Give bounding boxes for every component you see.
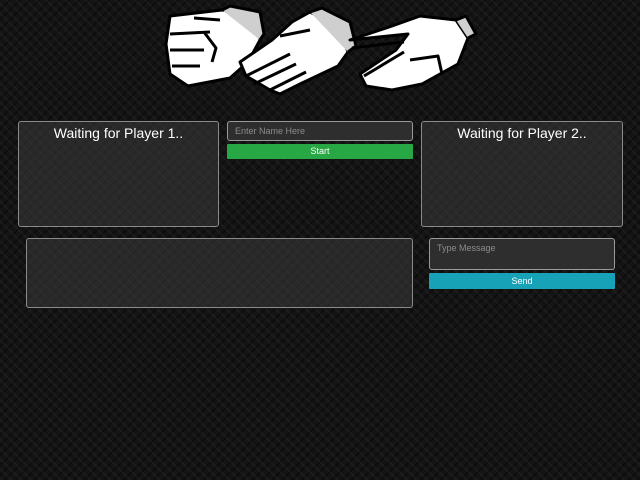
start-button[interactable]: Start [227,144,413,159]
player1-status: Waiting for Player 1.. [53,125,184,141]
send-button[interactable]: Send [429,273,615,289]
rock-paper-scissors-logo-icon [164,4,478,96]
chat-log[interactable] [26,238,413,308]
scissors-hand-icon [348,14,478,92]
message-input[interactable] [429,238,615,270]
player2-status: Waiting for Player 2.. [457,125,587,141]
name-input[interactable] [227,121,413,141]
player2-panel: Waiting for Player 2.. [421,121,623,227]
player1-panel: Waiting for Player 1.. [18,121,219,227]
